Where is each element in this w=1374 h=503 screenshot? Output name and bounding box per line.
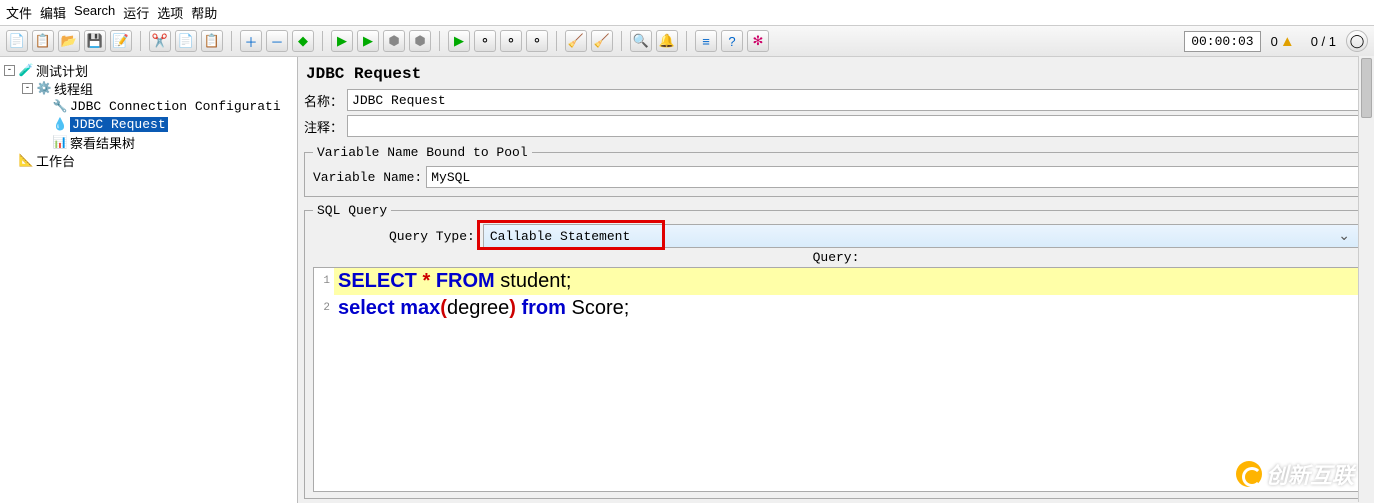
- tree-test-plan[interactable]: -🧪测试计划: [2, 61, 295, 79]
- scrollbar-thumb[interactable]: [1361, 58, 1372, 118]
- threadgroup-icon: ⚙️: [36, 80, 52, 96]
- variable-fieldset: Variable Name Bound to Pool Variable Nam…: [304, 145, 1368, 197]
- collapse-icon[interactable]: -: [22, 83, 33, 94]
- save-icon[interactable]: 💾: [84, 30, 106, 52]
- vertical-scrollbar[interactable]: [1358, 56, 1374, 502]
- workbench-icon: 📐: [18, 152, 34, 168]
- editor-panel: JDBC Request 名称： 注释： Variable Name Bound…: [298, 57, 1374, 503]
- open-icon[interactable]: 📂: [58, 30, 80, 52]
- watermark-icon: [1236, 461, 1262, 487]
- toolbar: 📄 📋 📂 💾 📝 ✂️ 📄 📋 ＋ － ◆ ▶ ▶ ⬢ ⬢ ▶ ⚬ ⚬ ⚬ 🧹…: [0, 26, 1374, 57]
- separator: [322, 31, 323, 51]
- sampler-icon: 💧: [52, 116, 68, 132]
- variable-legend: Variable Name Bound to Pool: [313, 145, 532, 160]
- tree-workbench[interactable]: 📐工作台: [2, 151, 295, 169]
- clear-icon[interactable]: 🧹: [565, 30, 587, 52]
- clear-all-icon[interactable]: 🧹: [591, 30, 613, 52]
- sql-query-legend: SQL Query: [313, 203, 391, 218]
- code-line-1[interactable]: 1 SELECT * FROM student;: [314, 268, 1358, 295]
- menu-file[interactable]: 文件: [6, 3, 32, 22]
- name-input[interactable]: [347, 89, 1368, 111]
- sql-query-fieldset: SQL Query Query Type: Callable Statement…: [304, 203, 1368, 499]
- cut-icon[interactable]: ✂️: [149, 30, 171, 52]
- stop-icon[interactable]: ⬢: [383, 30, 405, 52]
- toggle-icon[interactable]: ◆: [292, 30, 314, 52]
- menu-run[interactable]: 运行: [123, 3, 149, 22]
- warn-count: 0▲: [1271, 33, 1295, 50]
- comment-label: 注释：: [304, 117, 343, 136]
- watermark: 创新互联: [1236, 458, 1354, 490]
- function-helper-icon[interactable]: ≡: [695, 30, 717, 52]
- menu-options[interactable]: 选项: [157, 3, 183, 22]
- expand-icon[interactable]: ＋: [240, 30, 262, 52]
- sql-editor[interactable]: 1 SELECT * FROM student; 2 select max(de…: [313, 267, 1359, 492]
- menu-help[interactable]: 帮助: [191, 3, 217, 22]
- query-label: Query:: [313, 248, 1359, 267]
- new-icon[interactable]: 📄: [6, 30, 28, 52]
- collapse-icon[interactable]: －: [266, 30, 288, 52]
- thread-count: 0 / 1: [1311, 34, 1336, 49]
- remote-stop-all-icon[interactable]: ⚬: [526, 30, 548, 52]
- line-number: 2: [314, 295, 334, 322]
- elapsed-time: 00:00:03: [1184, 31, 1260, 52]
- save-as-icon[interactable]: 📝: [110, 30, 132, 52]
- shutdown-icon[interactable]: ⬢: [409, 30, 431, 52]
- code-line-2[interactable]: 2 select max(degree) from Score;: [314, 295, 1358, 322]
- remote-start-icon[interactable]: ▶: [448, 30, 470, 52]
- variable-name-input[interactable]: [426, 166, 1359, 188]
- separator: [140, 31, 141, 51]
- menu-edit[interactable]: 编辑: [40, 3, 66, 22]
- query-type-select[interactable]: Callable Statement: [483, 224, 1359, 248]
- remote-start-all-icon[interactable]: ⚬: [474, 30, 496, 52]
- copy-icon[interactable]: 📄: [175, 30, 197, 52]
- tree-thread-group[interactable]: -⚙️线程组: [2, 79, 295, 97]
- warning-icon: ▲: [1280, 33, 1295, 50]
- tree-jdbc-connection[interactable]: 🔧JDBC Connection Configurati: [2, 97, 295, 115]
- panel-title: JDBC Request: [304, 61, 1368, 87]
- name-label: 名称：: [304, 91, 343, 110]
- comment-input[interactable]: [347, 115, 1368, 137]
- test-plan-tree[interactable]: -🧪测试计划 -⚙️线程组 🔧JDBC Connection Configura…: [0, 57, 298, 503]
- templates-icon[interactable]: 📋: [32, 30, 54, 52]
- variable-name-label: Variable Name:: [313, 170, 422, 185]
- line-number: 1: [314, 268, 334, 295]
- separator: [686, 31, 687, 51]
- tree-jdbc-request[interactable]: 💧JDBC Request: [2, 115, 295, 133]
- separator: [621, 31, 622, 51]
- separator: [439, 31, 440, 51]
- start-notimers-icon[interactable]: ▶: [357, 30, 379, 52]
- separator: [231, 31, 232, 51]
- help-icon[interactable]: ?: [721, 30, 743, 52]
- listener-icon: 📊: [52, 134, 68, 150]
- menu-bar: 文件 编辑 Search 运行 选项 帮助: [0, 0, 1374, 26]
- reset-search-icon[interactable]: 🔔: [656, 30, 678, 52]
- remote-stop-icon[interactable]: ⚬: [500, 30, 522, 52]
- collapse-icon[interactable]: -: [4, 65, 15, 76]
- menu-search[interactable]: Search: [74, 3, 115, 22]
- start-icon[interactable]: ▶: [331, 30, 353, 52]
- testplan-icon: 🧪: [18, 62, 34, 78]
- search-icon[interactable]: 🔍: [630, 30, 652, 52]
- tree-view-results[interactable]: 📊察看结果树: [2, 133, 295, 151]
- separator: [556, 31, 557, 51]
- ssl-icon[interactable]: ✻: [747, 30, 769, 52]
- paste-icon[interactable]: 📋: [201, 30, 223, 52]
- config-icon: 🔧: [52, 98, 68, 114]
- query-type-label: Query Type:: [313, 229, 483, 244]
- threads-icon[interactable]: ◯: [1346, 30, 1368, 52]
